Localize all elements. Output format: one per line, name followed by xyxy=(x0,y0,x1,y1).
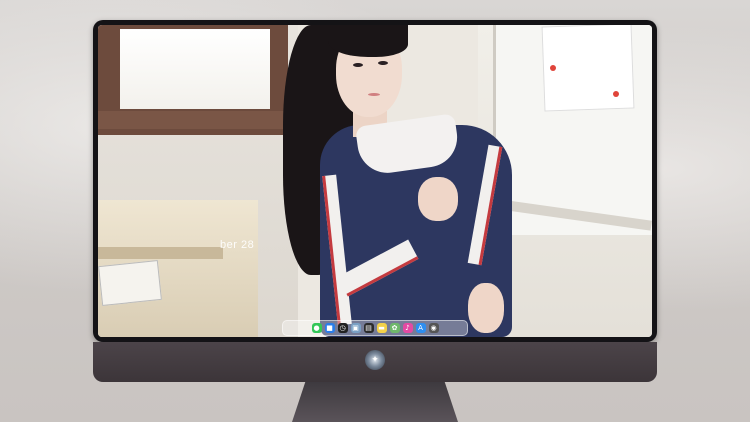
wallpaper-hand xyxy=(418,177,458,221)
wallpaper-hand xyxy=(468,283,504,333)
wallpaper-eye xyxy=(378,61,388,65)
wallpaper-window-sill xyxy=(98,111,298,129)
wallpaper-mouth xyxy=(368,93,380,96)
brand-logo-icon: ✦ xyxy=(365,350,385,370)
dock: ● ■ ◷ ▣ ▤ ▬ ✿ ♪ A ◉ xyxy=(282,320,468,336)
appstore-icon[interactable]: A xyxy=(415,323,426,333)
clapper-icon[interactable]: ▤ xyxy=(363,323,374,333)
clock-icon[interactable]: ◷ xyxy=(337,323,348,333)
wallpaper-eye xyxy=(353,63,363,67)
photos-icon[interactable]: ✿ xyxy=(389,323,400,333)
camera-icon[interactable]: ◉ xyxy=(428,323,439,333)
desktop-date-widget: ber 28 xyxy=(220,239,255,251)
monitor: ber 28 ● ■ ◷ ▣ ▤ ▬ ✿ ♪ A ◉ ✦ xyxy=(93,20,657,382)
wallpaper-book xyxy=(98,259,162,307)
monitor-bezel: ber 28 ● ■ ◷ ▣ ▤ ▬ ✿ ♪ A ◉ xyxy=(93,20,657,342)
desktop-screen[interactable]: ber 28 ● ■ ◷ ▣ ▤ ▬ ✿ ♪ A ◉ xyxy=(98,25,652,337)
wallpaper-pin xyxy=(613,91,619,97)
monitor-stand xyxy=(292,382,458,422)
notes-icon[interactable]: ▬ xyxy=(376,323,387,333)
wallpaper-desk-edge xyxy=(98,247,223,259)
messages-icon[interactable]: ● xyxy=(311,323,322,333)
preview-icon[interactable]: ▣ xyxy=(350,323,361,333)
wallpaper-pin xyxy=(550,65,556,71)
wallpaper-window-glass xyxy=(120,29,270,109)
finder-icon[interactable]: ■ xyxy=(324,323,335,333)
music-icon[interactable]: ♪ xyxy=(402,323,413,333)
wallpaper-bangs xyxy=(328,25,408,57)
